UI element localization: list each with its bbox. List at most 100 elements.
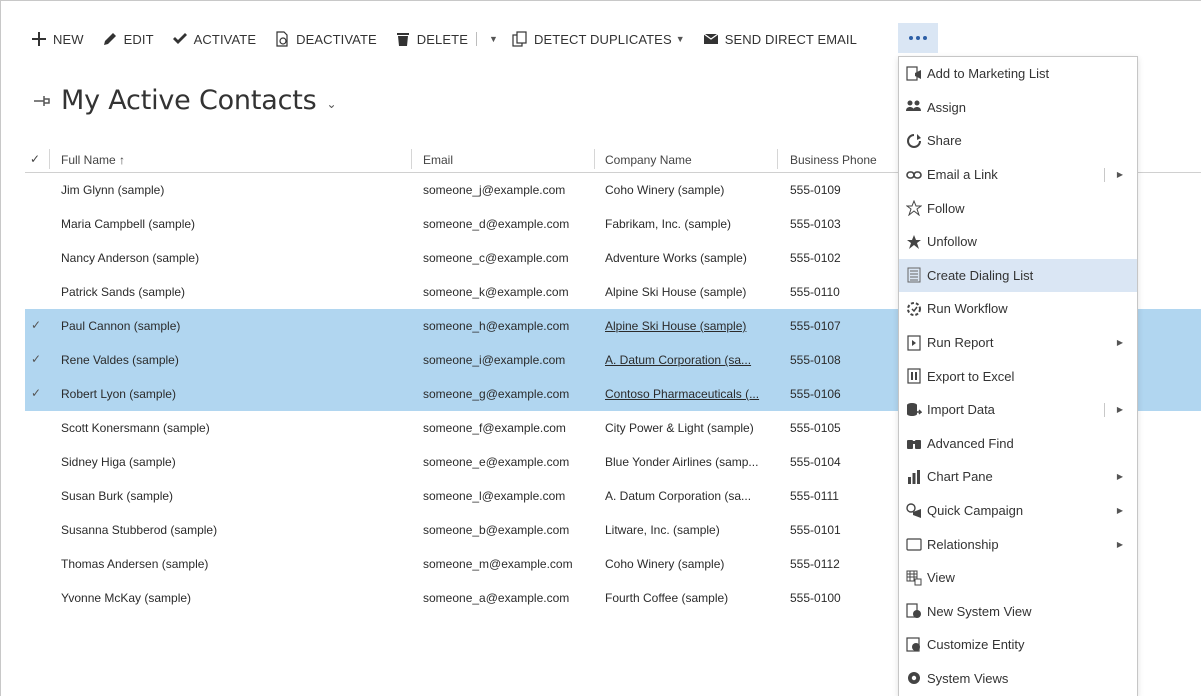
menu-item-quick-campaign[interactable]: Quick Campaign ▶: [899, 494, 1137, 528]
new-view-icon: [906, 603, 922, 619]
cell-company-name[interactable]: Fourth Coffee (sample): [605, 591, 777, 605]
cell-email[interactable]: someone_d@example.com: [423, 217, 593, 231]
deactivate-label: DEACTIVATE: [296, 31, 377, 47]
menu-item-chart-pane[interactable]: Chart Pane ▶: [899, 460, 1137, 494]
cell-company-name[interactable]: A. Datum Corporation (sa...: [605, 489, 777, 503]
cell-full-name[interactable]: Maria Campbell (sample): [61, 217, 411, 231]
menu-item-assign[interactable]: Assign: [899, 91, 1137, 125]
menu-item-unfollow[interactable]: Unfollow: [899, 225, 1137, 259]
assign-icon: [906, 99, 922, 115]
cell-email[interactable]: someone_h@example.com: [423, 319, 593, 333]
cell-business-phone: 555-0102: [790, 251, 841, 265]
cell-full-name[interactable]: Nancy Anderson (sample): [61, 251, 411, 265]
cell-email[interactable]: someone_g@example.com: [423, 387, 593, 401]
menu-item-run-report[interactable]: Run Report ▶: [899, 326, 1137, 360]
cell-company-name[interactable]: Adventure Works (sample): [605, 251, 777, 265]
delete-dropdown-button[interactable]: ▼: [485, 34, 498, 44]
new-button[interactable]: NEW: [31, 31, 84, 47]
cell-company-name[interactable]: Contoso Pharmaceuticals (...: [605, 387, 777, 401]
menu-item-label: Export to Excel: [927, 368, 1015, 384]
cell-email[interactable]: someone_k@example.com: [423, 285, 593, 299]
cell-company-name[interactable]: A. Datum Corporation (sa...: [605, 353, 777, 367]
cell-full-name[interactable]: Yvonne McKay (sample): [61, 591, 411, 605]
cell-business-phone: 555-0111: [790, 489, 839, 503]
edit-button[interactable]: EDIT: [102, 31, 154, 47]
menu-item-relationship[interactable]: Relationship ▶: [899, 527, 1137, 561]
cell-company-name[interactable]: Blue Yonder Airlines (samp...: [605, 455, 777, 469]
menu-item-import-data[interactable]: Import Data ▶: [899, 393, 1137, 427]
cell-email[interactable]: someone_a@example.com: [423, 591, 593, 605]
pin-icon[interactable]: [33, 92, 51, 110]
deactivate-button[interactable]: DEACTIVATE: [274, 31, 377, 47]
chevron-down-icon[interactable]: ⌄: [326, 97, 336, 111]
menu-item-label: Advanced Find: [927, 435, 1014, 451]
cell-email[interactable]: someone_e@example.com: [423, 455, 593, 469]
cell-full-name[interactable]: Paul Cannon (sample): [61, 319, 411, 333]
menu-item-customize-entity[interactable]: Customize Entity: [899, 628, 1137, 662]
chevron-right-icon[interactable]: ▶: [1117, 405, 1123, 414]
menu-item-share[interactable]: Share: [899, 124, 1137, 158]
chevron-right-icon[interactable]: ▶: [1117, 338, 1123, 347]
cell-email[interactable]: someone_m@example.com: [423, 557, 593, 571]
activate-button[interactable]: ACTIVATE: [172, 31, 256, 47]
view-selector[interactable]: My Active Contacts ⌄: [33, 85, 337, 116]
cell-company-name[interactable]: Coho Winery (sample): [605, 557, 777, 571]
row-checkbox[interactable]: ✓: [31, 352, 45, 366]
page-title: My Active Contacts: [61, 85, 317, 116]
cell-email[interactable]: someone_i@example.com: [423, 353, 593, 367]
column-header-full-name[interactable]: Full Name ↑: [61, 153, 125, 167]
menu-item-label: New System View: [927, 603, 1032, 619]
more-commands-button[interactable]: [898, 23, 938, 53]
delete-button[interactable]: DELETE: [395, 31, 468, 47]
customize-icon: [906, 637, 922, 653]
cell-email[interactable]: someone_j@example.com: [423, 183, 593, 197]
cell-company-name[interactable]: Alpine Ski House (sample): [605, 319, 777, 333]
cell-full-name[interactable]: Susanna Stubberod (sample): [61, 523, 411, 537]
row-checkbox[interactable]: ✓: [31, 386, 45, 400]
menu-item-advanced-find[interactable]: Advanced Find: [899, 427, 1137, 461]
menu-item-follow[interactable]: Follow: [899, 191, 1137, 225]
cell-full-name[interactable]: Thomas Andersen (sample): [61, 557, 411, 571]
cell-email[interactable]: someone_l@example.com: [423, 489, 593, 503]
cell-full-name[interactable]: Robert Lyon (sample): [61, 387, 411, 401]
column-header-company[interactable]: Company Name: [605, 153, 692, 167]
cell-company-name[interactable]: Fabrikam, Inc. (sample): [605, 217, 777, 231]
cell-business-phone: 555-0100: [790, 591, 841, 605]
menu-item-add-to-marketing-list[interactable]: Add to Marketing List: [899, 57, 1137, 91]
menu-item-run-workflow[interactable]: Run Workflow: [899, 292, 1137, 326]
cell-full-name[interactable]: Susan Burk (sample): [61, 489, 411, 503]
menu-item-export-to-excel[interactable]: Export to Excel: [899, 359, 1137, 393]
cell-company-name[interactable]: Litware, Inc. (sample): [605, 523, 777, 537]
cell-company-name[interactable]: Coho Winery (sample): [605, 183, 777, 197]
relationship-icon: [906, 536, 922, 552]
send-direct-email-button[interactable]: SEND DIRECT EMAIL: [703, 31, 857, 47]
menu-item-create-dialing-list[interactable]: Create Dialing List: [899, 258, 1137, 293]
chevron-right-icon[interactable]: ▶: [1117, 540, 1123, 549]
cell-full-name[interactable]: Rene Valdes (sample): [61, 353, 411, 367]
chevron-right-icon[interactable]: ▶: [1117, 506, 1123, 515]
detect-duplicates-button[interactable]: DETECT DUPLICATES ▼: [512, 31, 685, 47]
column-header-business-phone[interactable]: Business Phone: [790, 153, 877, 167]
cell-full-name[interactable]: Patrick Sands (sample): [61, 285, 411, 299]
select-all-checkbox[interactable]: ✓: [30, 152, 40, 166]
delete-separator: [475, 32, 477, 46]
cell-email[interactable]: someone_f@example.com: [423, 421, 593, 435]
envelope-icon: [703, 31, 719, 47]
menu-item-view[interactable]: View: [899, 561, 1137, 595]
cell-email[interactable]: someone_b@example.com: [423, 523, 593, 537]
menu-item-new-system-view[interactable]: New System View: [899, 595, 1137, 629]
cell-company-name[interactable]: City Power & Light (sample): [605, 421, 777, 435]
menu-item-system-views[interactable]: System Views: [899, 662, 1137, 696]
column-header-email[interactable]: Email: [423, 153, 453, 167]
report-icon: [906, 334, 922, 351]
chevron-right-icon[interactable]: ▶: [1117, 170, 1123, 179]
cell-email[interactable]: someone_c@example.com: [423, 251, 593, 265]
cell-full-name[interactable]: Jim Glynn (sample): [61, 183, 411, 197]
cell-company-name[interactable]: Alpine Ski House (sample): [605, 285, 777, 299]
menu-item-email-a-link[interactable]: Email a Link ▶: [899, 158, 1137, 192]
cell-full-name[interactable]: Sidney Higa (sample): [61, 455, 411, 469]
row-checkbox[interactable]: ✓: [31, 318, 45, 332]
chevron-right-icon[interactable]: ▶: [1117, 472, 1123, 481]
cell-full-name[interactable]: Scott Konersmann (sample): [61, 421, 411, 435]
menu-item-label: Share: [927, 133, 962, 149]
